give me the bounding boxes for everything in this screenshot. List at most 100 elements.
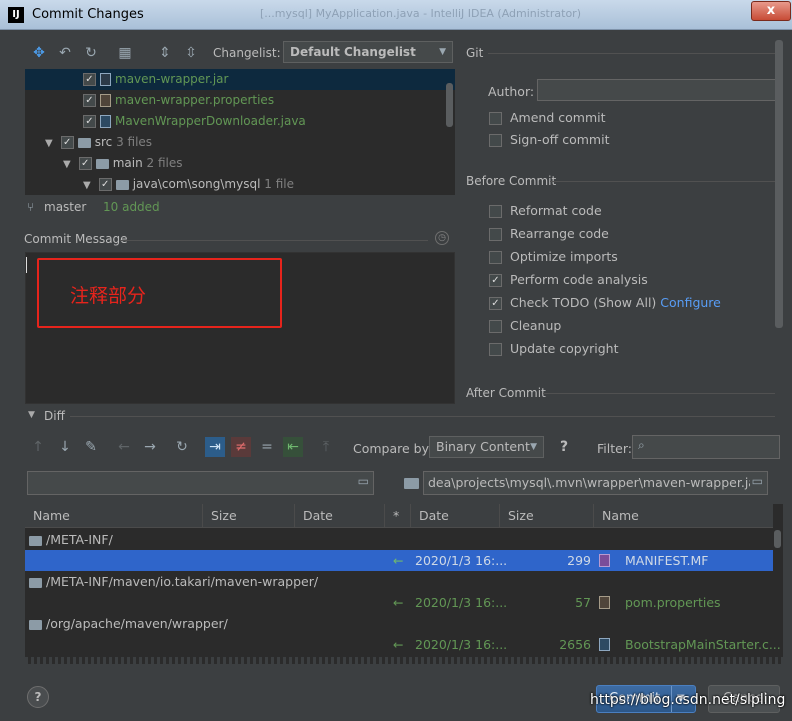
table-row[interactable]: /META-INF/maven/io.takari/maven-wrapper/ [25,571,773,592]
checkbox[interactable] [489,320,502,333]
close-window-button[interactable]: x [751,1,791,21]
checkbox[interactable] [489,228,502,241]
diff-icon[interactable]: ✥ [30,44,48,62]
diff-section-title: Diff [44,409,65,423]
checkbox[interactable] [83,73,96,86]
refresh-icon[interactable]: ↻ [172,437,192,457]
changelist-select[interactable]: Default Changelist ▼ [283,41,453,63]
option-label: Perform code analysis [510,272,648,287]
browse-folder-icon[interactable]: ▭ [358,474,369,488]
chevron-down-icon: ▼ [439,47,446,57]
annotation-text: 注释部分 [70,285,147,307]
check-todo-option[interactable]: Check TODO (Show All) Configure [489,293,721,313]
help-icon[interactable]: ? [560,439,568,455]
changes-tree[interactable]: maven-wrapper.jar maven-wrapper.properti… [25,69,455,195]
amend-commit-option[interactable]: Amend commit [489,108,606,128]
checkbox[interactable] [489,297,502,310]
show-equal-icon[interactable]: = [257,437,277,457]
table-row[interactable]: /org/apache/maven/wrapper/ [25,613,773,634]
collapse-all-icon[interactable]: ⇳ [182,44,200,62]
dir-name: /META-INF/ [46,532,113,547]
right-path-input[interactable]: dea\projects\mysql\.mvn\wrapper\maven-wr… [423,471,768,495]
author-input[interactable] [537,79,777,101]
checkbox[interactable] [489,251,502,264]
separator [550,181,775,182]
forward-arrow-icon[interactable]: → [140,437,160,457]
table-row[interactable]: ← 2020/1/3 16:... 57 pom.properties [25,592,773,613]
expand-all-icon[interactable]: ⇕ [156,44,174,62]
checkbox[interactable] [83,94,96,107]
file-count: 2 files [146,156,183,170]
checkbox[interactable] [489,274,502,287]
help-button[interactable]: ? [27,686,49,708]
tree-row[interactable]: ▼ main 2 files [25,153,183,174]
optimize-imports-option[interactable]: Optimize imports [489,247,618,267]
column-header-size[interactable]: Size [203,504,295,528]
signoff-commit-option[interactable]: Sign-off commit [489,130,610,150]
left-path-input[interactable]: ▭ [27,471,374,495]
checkbox[interactable] [489,343,502,356]
tree-row[interactable]: maven-wrapper.jar [25,69,455,90]
show-new-files-icon[interactable]: ⇥ [205,437,225,457]
update-copyright-option[interactable]: Update copyright [489,339,618,359]
expand-arrow-icon[interactable]: ▼ [83,180,91,191]
configure-link[interactable]: Configure [660,295,721,310]
collapse-arrow-icon[interactable]: ▼ [28,410,35,420]
filter-input[interactable]: ⌕ [632,435,780,459]
synchronize-icon[interactable]: ⤒ [316,437,336,457]
separator [488,53,775,54]
refresh-icon[interactable]: ↻ [82,44,100,62]
show-left-only-icon[interactable]: ⇤ [283,437,303,457]
compare-by-value: Binary Content [436,439,530,454]
column-header-name-right[interactable]: Name [594,504,773,528]
column-header-name[interactable]: Name [25,504,203,528]
cleanup-option[interactable]: Cleanup [489,316,561,336]
back-arrow-icon[interactable]: ← [114,437,134,457]
checkbox[interactable] [83,115,96,128]
table-scrollbar[interactable] [774,530,781,548]
tree-row[interactable]: ▼ src 3 files [25,132,152,153]
horizontal-scrollbar[interactable] [25,657,783,664]
column-header-size-right[interactable]: Size [500,504,594,528]
checkbox[interactable] [489,112,502,125]
table-row[interactable]: /META-INF/ [25,529,773,550]
manifest-file-icon [599,554,610,567]
compare-by-select[interactable]: Binary Content ▼ [429,436,544,458]
rearrange-code-option[interactable]: Rearrange code [489,224,609,244]
table-row[interactable]: ← 2020/1/3 16:... 2656 BootstrapMainStar… [25,634,781,655]
next-difference-icon[interactable]: ↓ [55,437,75,457]
checkbox[interactable] [98,178,112,191]
expand-arrow-icon[interactable]: ▼ [45,138,53,149]
tree-row[interactable]: MavenWrapperDownloader.java [25,111,306,132]
folder-icon [404,478,419,489]
browse-folder-icon[interactable]: ▭ [749,474,763,488]
jar-file-icon [100,73,111,86]
history-clock-icon[interactable]: ◷ [435,231,449,245]
dir-name: /org/apache/maven/wrapper/ [46,616,228,631]
options-scrollbar[interactable] [775,40,783,328]
tree-row[interactable]: maven-wrapper.properties [25,90,274,111]
file-date: 2020/1/3 16:... [415,553,508,568]
tree-row[interactable]: ▼ java\com\song\mysql 1 file [25,174,294,195]
column-header-date-right[interactable]: Date [411,504,500,528]
group-by-icon[interactable]: ▦ [116,44,134,62]
properties-file-icon [599,596,610,609]
perform-code-analysis-option[interactable]: Perform code analysis [489,270,648,290]
edit-icon[interactable]: ✎ [81,437,101,457]
column-header-star[interactable]: * [385,504,411,528]
checkbox[interactable] [489,134,502,147]
tree-scrollbar[interactable] [446,83,453,127]
reformat-code-option[interactable]: Reformat code [489,201,602,221]
previous-difference-icon[interactable]: ↑ [28,437,48,457]
tree-item-label: maven-wrapper.properties [115,93,275,107]
checkbox[interactable] [78,157,92,170]
checkbox[interactable] [489,205,502,218]
option-label: Check TODO (Show All) [510,295,657,310]
column-header-date[interactable]: Date [295,504,385,528]
rollback-icon[interactable]: ↶ [56,44,74,62]
separator [543,393,775,394]
table-row-selected[interactable]: ← 2020/1/3 16:... 299 MANIFEST.MF [25,550,773,571]
show-different-icon[interactable]: ≠ [231,437,251,457]
expand-arrow-icon[interactable]: ▼ [63,159,71,170]
checkbox[interactable] [60,136,74,149]
